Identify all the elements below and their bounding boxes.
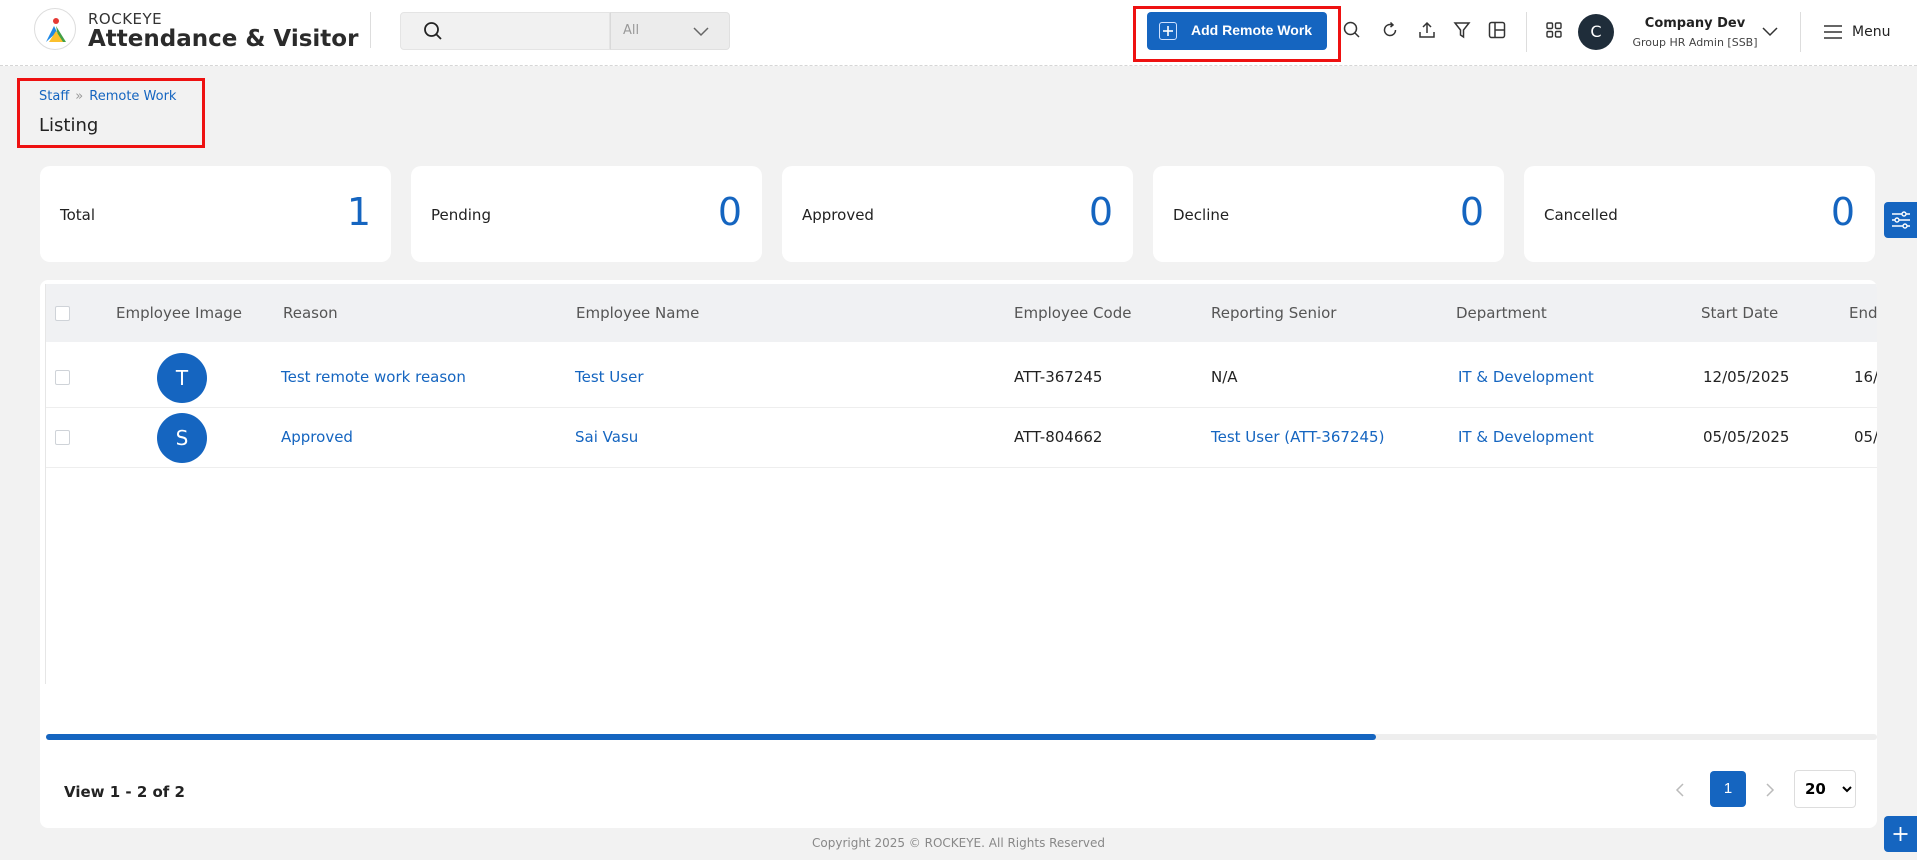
stat-label: Cancelled — [1544, 206, 1618, 224]
footer-copyright: Copyright 2025 © ROCKEYE. All Rights Res… — [812, 836, 1105, 850]
employee-name-link[interactable]: Sai Vasu — [575, 428, 638, 446]
add-remote-work-button[interactable]: Add Remote Work — [1147, 12, 1327, 50]
filter-icon[interactable] — [1452, 20, 1472, 40]
page-button-current[interactable]: 1 — [1710, 771, 1746, 807]
department-link[interactable]: IT & Development — [1458, 428, 1594, 446]
user-name[interactable]: Company Dev — [1640, 16, 1750, 31]
stat-card-cancelled[interactable]: Cancelled 0 — [1524, 166, 1875, 262]
top-header: ROCKEYE Attendance & Visitor All Add Rem… — [0, 0, 1917, 66]
global-search — [400, 12, 610, 50]
chevron-down-icon[interactable] — [1762, 24, 1778, 38]
header-divider — [370, 12, 371, 48]
header-divider — [1526, 12, 1527, 52]
breadcrumb-item-staff[interactable]: Staff — [39, 89, 69, 104]
column-header-end-date[interactable]: End — [1849, 304, 1877, 322]
chevron-right-icon: » — [75, 89, 84, 104]
search-icon[interactable] — [1342, 20, 1362, 40]
table-row[interactable]: S Approved Sai Vasu ATT-804662 Test User… — [46, 408, 1877, 468]
logo-icon — [46, 18, 66, 42]
page-size-select[interactable]: 20 — [1794, 770, 1856, 808]
column-header-reason[interactable]: Reason — [283, 304, 338, 322]
rockeye-logo[interactable] — [34, 8, 76, 50]
sliders-icon — [1892, 211, 1910, 229]
employee-name-link[interactable]: Test User — [575, 368, 644, 386]
stat-card-pending[interactable]: Pending 0 — [411, 166, 762, 262]
header-divider — [1800, 12, 1801, 52]
start-date: 12/05/2025 — [1703, 368, 1790, 386]
reason-link[interactable]: Approved — [281, 428, 353, 446]
row-checkbox[interactable] — [55, 370, 70, 385]
employee-code: ATT-367245 — [1014, 368, 1103, 386]
refresh-icon[interactable] — [1380, 20, 1400, 40]
stat-value: 0 — [1088, 190, 1113, 234]
stat-value: 0 — [1459, 190, 1484, 234]
breadcrumb-item-remote-work[interactable]: Remote Work — [89, 89, 176, 104]
employee-avatar: T — [157, 353, 207, 403]
filter-panel-toggle[interactable] — [1884, 202, 1917, 238]
row-checkbox[interactable] — [55, 430, 70, 445]
chevron-right-icon[interactable] — [1760, 780, 1780, 800]
apps-grid-icon[interactable] — [1544, 20, 1564, 40]
view-count: View 1 - 2 of 2 — [64, 783, 185, 801]
stat-value: 1 — [346, 190, 371, 234]
stat-value: 0 — [1830, 190, 1855, 234]
reason-link[interactable]: Test remote work reason — [281, 368, 466, 386]
breadcrumb: Staff » Remote Work — [39, 89, 176, 104]
plus-icon — [1159, 22, 1177, 40]
menu-button[interactable]: Menu — [1852, 24, 1890, 40]
column-header-start-date[interactable]: Start Date — [1701, 304, 1778, 322]
user-role: Group HR Admin [SSB] — [1632, 36, 1758, 49]
page-title: Listing — [39, 115, 99, 136]
table-row[interactable]: T Test remote work reason Test User ATT-… — [46, 348, 1877, 408]
select-all-checkbox[interactable] — [55, 306, 70, 321]
horizontal-scrollbar-thumb[interactable] — [46, 734, 1376, 740]
remote-work-table: Employee Image Reason Employee Name Empl… — [40, 280, 1877, 828]
chevron-left-icon[interactable] — [1670, 780, 1690, 800]
employee-code: ATT-804662 — [1014, 428, 1103, 446]
add-remote-work-label: Add Remote Work — [1191, 22, 1313, 38]
upload-icon[interactable] — [1417, 20, 1437, 40]
columns-icon[interactable] — [1487, 20, 1507, 40]
stat-card-approved[interactable]: Approved 0 — [782, 166, 1133, 262]
department-link[interactable]: IT & Development — [1458, 368, 1594, 386]
column-header-department[interactable]: Department — [1456, 304, 1547, 322]
employee-avatar: S — [157, 413, 207, 463]
stat-label: Decline — [1173, 206, 1230, 224]
chevron-down-icon — [693, 27, 709, 37]
search-icon[interactable] — [423, 21, 443, 41]
hamburger-menu-icon[interactable] — [1823, 23, 1843, 41]
stat-card-total[interactable]: Total 1 — [40, 166, 391, 262]
app-title: Attendance & Visitor — [88, 26, 359, 52]
start-date: 05/05/2025 — [1703, 428, 1790, 446]
table-left-border — [45, 284, 46, 684]
reporting-senior-link[interactable]: Test User (ATT-367245) — [1211, 428, 1384, 446]
stat-card-decline[interactable]: Decline 0 — [1153, 166, 1504, 262]
table-header: Employee Image Reason Employee Name Empl… — [46, 284, 1877, 342]
stat-label: Pending — [431, 206, 491, 224]
reporting-senior: N/A — [1211, 368, 1238, 386]
column-header-employee-image[interactable]: Employee Image — [116, 304, 242, 322]
search-scope-value: All — [623, 23, 640, 38]
column-header-reporting-senior[interactable]: Reporting Senior — [1211, 304, 1336, 322]
stat-label: Approved — [802, 206, 874, 224]
user-avatar[interactable]: C — [1578, 14, 1614, 50]
search-input[interactable] — [451, 19, 601, 43]
end-date: 16/ — [1854, 368, 1877, 386]
stat-label: Total — [60, 206, 96, 224]
column-header-employee-code[interactable]: Employee Code — [1014, 304, 1131, 322]
end-date: 05/ — [1854, 428, 1877, 446]
column-header-employee-name[interactable]: Employee Name — [576, 304, 699, 322]
stat-value: 0 — [717, 190, 742, 234]
search-scope-select[interactable]: All — [610, 12, 730, 50]
